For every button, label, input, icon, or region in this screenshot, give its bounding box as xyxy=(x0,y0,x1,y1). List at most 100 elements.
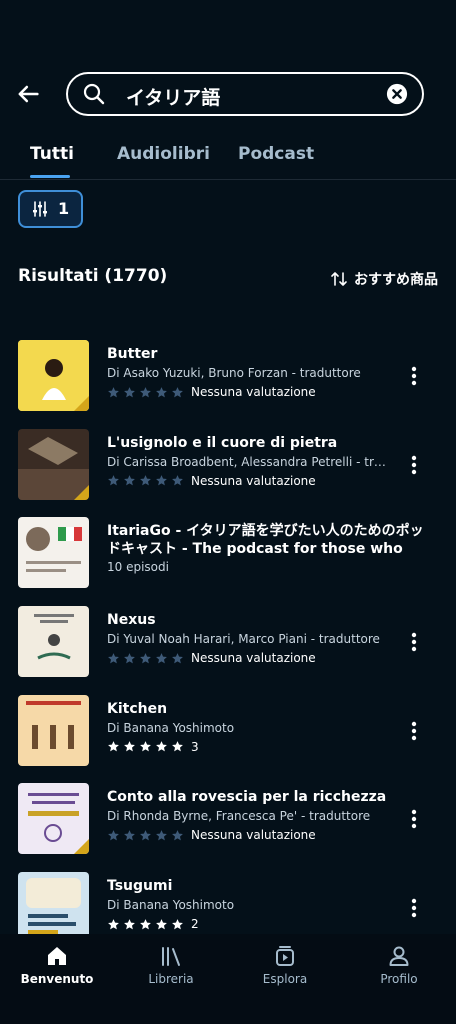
rating: 2 xyxy=(107,916,427,932)
item-author: Di Banana Yoshimoto xyxy=(107,720,235,735)
nav-library[interactable]: Libreria xyxy=(126,944,216,986)
star-icon xyxy=(140,652,151,663)
star-icon xyxy=(108,918,119,929)
filter-sliders-icon xyxy=(33,201,47,217)
results-list: Butter Di Asako Yuzuki, Bruno Forzan - t… xyxy=(0,340,456,961)
list-item[interactable]: Kitchen Di Banana Yoshimoto 3 xyxy=(0,694,456,784)
rating: Nessuna valutazione xyxy=(107,827,427,843)
list-item[interactable]: Butter Di Asako Yuzuki, Bruno Forzan - t… xyxy=(0,340,456,429)
home-icon xyxy=(48,947,66,965)
star-icon xyxy=(172,741,183,752)
star-icon xyxy=(124,830,135,841)
star-icon xyxy=(172,830,183,841)
star-icon xyxy=(140,475,151,486)
star-icon xyxy=(108,652,119,663)
tab-audiolibri[interactable]: Audiolibri xyxy=(117,144,210,164)
sort-button[interactable]: おすすめ商品 xyxy=(330,268,438,290)
star-icon xyxy=(156,918,167,929)
star-icon xyxy=(140,830,151,841)
nav-home[interactable]: Benvenuto xyxy=(12,944,102,986)
rating: Nessuna valutazione xyxy=(107,384,427,400)
rating-text: Nessuna valutazione xyxy=(191,828,316,843)
star-rating xyxy=(107,652,184,665)
star-icon xyxy=(108,386,119,397)
star-rating xyxy=(107,829,184,842)
back-arrow-icon[interactable] xyxy=(14,80,42,108)
star-rating xyxy=(107,918,184,931)
cover-image xyxy=(18,872,89,944)
star-icon xyxy=(156,386,167,397)
cover-image xyxy=(18,428,89,500)
library-icon xyxy=(162,947,180,966)
cover-image xyxy=(18,340,89,411)
item-author: Di Yuval Noah Harari, Marco Piani - trad… xyxy=(107,632,380,647)
star-icon xyxy=(124,918,135,929)
active-tab-indicator xyxy=(30,175,70,178)
cover-image xyxy=(18,783,89,855)
nav-label: Profilo xyxy=(380,972,418,986)
star-icon xyxy=(124,475,135,486)
more-options-icon[interactable] xyxy=(402,719,426,743)
list-item[interactable]: Nexus Di Yuval Noah Harari, Marco Piani … xyxy=(0,606,456,695)
star-icon xyxy=(108,741,119,752)
star-icon xyxy=(156,830,167,841)
rating-count: 2 xyxy=(191,917,199,932)
filter-button[interactable]: 1 xyxy=(18,190,83,228)
more-options-icon[interactable] xyxy=(402,896,426,920)
list-item[interactable]: Conto alla rovescia per la ricchezza Di … xyxy=(0,783,456,872)
rating-count: 3 xyxy=(191,739,199,754)
item-author: Di Carissa Broadbent, Alessandra Petrell… xyxy=(107,454,389,469)
bottom-nav: Benvenuto Libreria Esplora Profilo xyxy=(0,934,456,1024)
nav-profile[interactable]: Profilo xyxy=(354,944,444,986)
tab-tutti[interactable]: Tutti xyxy=(30,144,74,164)
episode-count: 10 episodi xyxy=(107,560,169,575)
rating-text: Nessuna valutazione xyxy=(191,651,316,666)
item-title: ItariaGo - イタリア語を学びたい人のためのポッドキャスト - The … xyxy=(107,523,424,558)
profile-icon xyxy=(389,946,409,966)
tab-podcast[interactable]: Podcast xyxy=(238,144,314,164)
star-icon xyxy=(172,652,183,663)
star-icon xyxy=(140,386,151,397)
search-input[interactable]: イタリア語 xyxy=(66,72,424,116)
nav-explore[interactable]: Esplora xyxy=(240,944,330,986)
rating: Nessuna valutazione xyxy=(107,650,427,666)
list-item[interactable]: ItariaGo - イタリア語を学びたい人のためのポッドキャスト - The … xyxy=(0,517,456,606)
clear-search-icon[interactable] xyxy=(386,83,408,105)
item-title: L'usignolo e il cuore di pietra xyxy=(107,434,338,451)
more-options-icon[interactable] xyxy=(402,630,426,654)
item-title: Kitchen xyxy=(107,700,168,717)
more-options-icon[interactable] xyxy=(402,807,426,831)
star-icon xyxy=(140,918,151,929)
more-options-icon[interactable] xyxy=(402,364,426,388)
star-rating xyxy=(107,474,184,487)
rating-text: Nessuna valutazione xyxy=(191,385,316,399)
rating-text: Nessuna valutazione xyxy=(191,473,316,488)
star-icon xyxy=(172,386,183,397)
nav-label: Esplora xyxy=(262,972,308,986)
item-title: Butter xyxy=(107,346,158,362)
rating: 3 xyxy=(107,739,427,755)
sort-label: おすすめ商品 xyxy=(354,272,438,288)
star-icon xyxy=(124,386,135,397)
item-author: Di Rhonda Byrne, Francesca Pe' - tradutt… xyxy=(107,809,371,824)
filter-count: 1 xyxy=(58,199,70,218)
list-item[interactable]: L'usignolo e il cuore di pietra Di Caris… xyxy=(0,428,456,518)
rating: Nessuna valutazione xyxy=(107,473,427,489)
star-icon xyxy=(156,652,167,663)
item-author: Di Banana Yoshimoto xyxy=(107,898,235,913)
cover-image xyxy=(18,694,89,766)
item-title: Nexus xyxy=(107,612,156,629)
results-count: Risultati (1770) xyxy=(18,266,168,286)
search-icon xyxy=(83,83,105,105)
cover-image xyxy=(18,606,89,678)
more-options-icon[interactable] xyxy=(402,453,426,477)
search-query[interactable]: イタリア語 xyxy=(126,83,220,110)
star-icon xyxy=(140,741,151,752)
star-rating xyxy=(107,740,184,753)
cover-image xyxy=(18,517,89,589)
star-icon xyxy=(108,830,119,841)
search-header: イタリア語 xyxy=(0,72,456,120)
star-icon xyxy=(172,475,183,486)
item-title: Conto alla rovescia per la ricchezza xyxy=(107,789,387,806)
star-icon xyxy=(156,475,167,486)
